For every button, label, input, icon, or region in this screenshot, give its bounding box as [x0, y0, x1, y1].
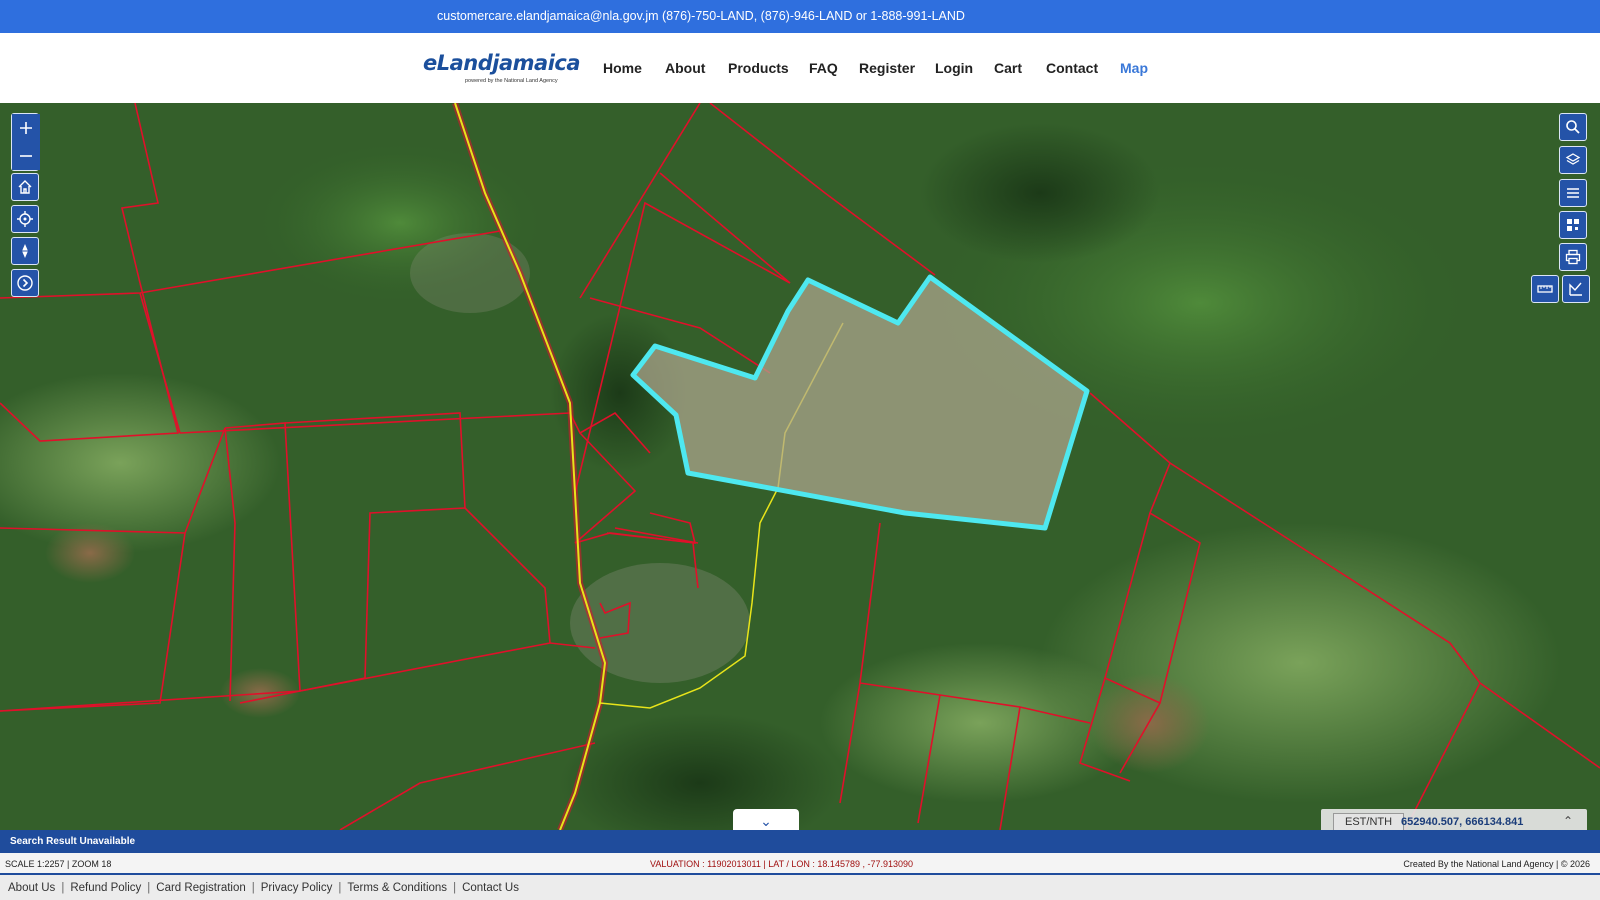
logo-tagline: powered by the National Land Agency: [465, 78, 558, 84]
nav-home[interactable]: Home: [603, 60, 642, 76]
contact-email[interactable]: customercare.elandjamaica@nla.gov.jm: [437, 9, 659, 23]
compass-icon[interactable]: [11, 237, 39, 265]
footer-terms[interactable]: Terms & Conditions: [347, 882, 447, 894]
measure-icon[interactable]: [1531, 275, 1559, 303]
separator: |: [338, 882, 342, 894]
footer-links: About Us | Refund Policy | Card Registration…: [0, 875, 1600, 900]
footer-contact-us[interactable]: Contact Us: [462, 882, 519, 894]
footer-privacy-policy[interactable]: Privacy Policy: [261, 882, 333, 894]
scale-zoom-text: SCALE 1:2257 | ZOOM 18: [5, 859, 112, 869]
zoom-in-icon[interactable]: [12, 114, 40, 142]
layers-icon[interactable]: [1559, 146, 1587, 174]
separator: |: [251, 882, 255, 894]
footer-refund-policy[interactable]: Refund Policy: [70, 882, 141, 894]
coord-value: 652940.507, 666134.841: [1401, 816, 1524, 828]
footer-card-registration[interactable]: Card Registration: [156, 882, 245, 894]
map-status-bar: SCALE 1:2257 | ZOOM 18 VALUATION : 11902…: [0, 853, 1600, 875]
next-icon[interactable]: [11, 269, 39, 297]
satellite-imagery: [0, 103, 1600, 830]
nav-cart[interactable]: Cart: [994, 60, 1022, 76]
main-navbar: eLandjamaica powered by the National Lan…: [0, 33, 1600, 103]
chevron-up-icon[interactable]: ⌃: [1563, 814, 1573, 828]
nav-register[interactable]: Register: [859, 60, 915, 76]
top-contact-bar: customercare.elandjamaica@nla.gov.jm (87…: [0, 0, 1600, 33]
nav-products[interactable]: Products: [728, 60, 789, 76]
search-result-bar: Search Result Unavailable: [0, 830, 1600, 853]
draw-icon[interactable]: [1562, 275, 1590, 303]
search-result-text: Search Result Unavailable: [10, 836, 136, 847]
qr-icon[interactable]: [1559, 211, 1587, 239]
separator: |: [147, 882, 151, 894]
credit-text: Created By the National Land Agency | © …: [1403, 859, 1590, 869]
zoom-out-icon[interactable]: [12, 142, 40, 170]
double-chevron-down-icon: ⌄: [760, 812, 772, 829]
nav-login[interactable]: Login: [935, 60, 973, 76]
nav-contact[interactable]: Contact: [1046, 60, 1098, 76]
coord-system-label[interactable]: EST/NTH: [1333, 813, 1405, 830]
valuation-latlon-text: VALUATION : 11902013011 | LAT / LON : 18…: [650, 859, 914, 869]
map-viewport[interactable]: ⌄ EST/NTH 652940.507, 666134.841 ⌃: [0, 103, 1600, 830]
contact-phones: (876)-750-LAND, (876)-946-LAND or 1-888-…: [662, 9, 965, 23]
print-icon[interactable]: [1559, 243, 1587, 271]
separator: |: [453, 882, 457, 894]
search-icon[interactable]: [1559, 113, 1587, 141]
nav-faq[interactable]: FAQ: [809, 60, 838, 76]
coordinate-readout: EST/NTH 652940.507, 666134.841 ⌃: [1321, 809, 1587, 830]
nav-about[interactable]: About: [665, 60, 705, 76]
home-icon[interactable]: [11, 173, 39, 201]
list-icon[interactable]: [1559, 179, 1587, 207]
separator: |: [61, 882, 65, 894]
nav-map[interactable]: Map: [1120, 60, 1148, 76]
zoom-control: [11, 113, 40, 171]
locate-icon[interactable]: [11, 205, 39, 233]
footer-about-us[interactable]: About Us: [8, 882, 55, 894]
logo-text: eLandjamaica: [423, 51, 581, 75]
site-logo[interactable]: eLandjamaica powered by the National Lan…: [423, 51, 581, 91]
panel-toggle-tab[interactable]: ⌄: [733, 809, 799, 830]
